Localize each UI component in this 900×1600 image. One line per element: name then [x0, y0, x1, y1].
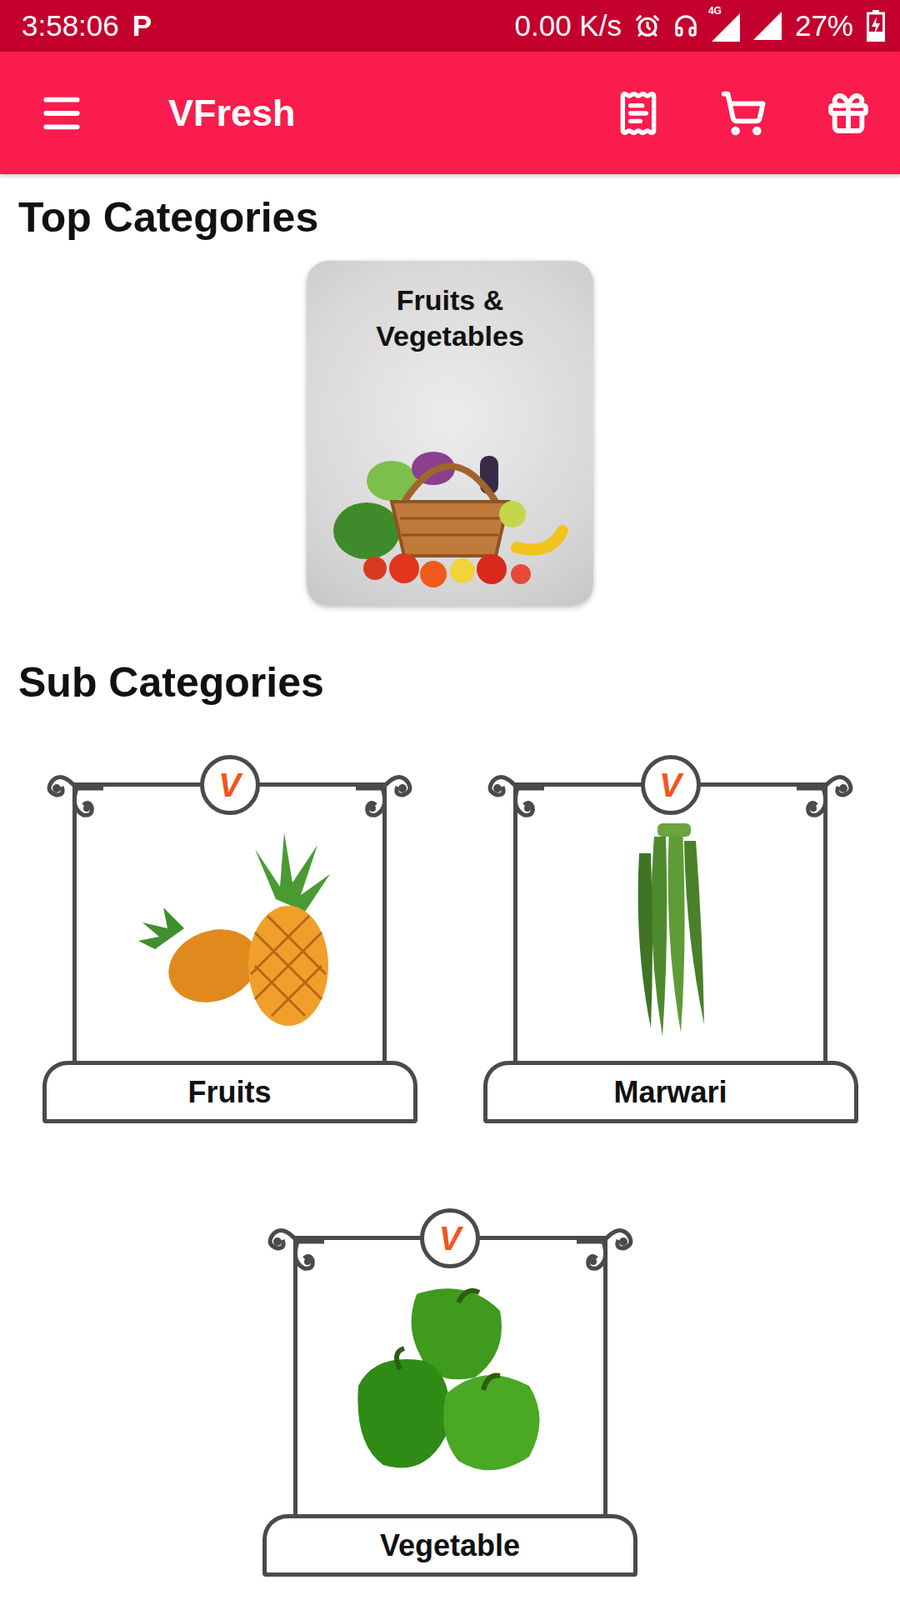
brand-mark: V: [439, 1221, 462, 1255]
status-left: 3:58:06 P: [21, 9, 152, 43]
menu-button[interactable]: [38, 90, 85, 137]
sub-category-label: Vegetable: [380, 1528, 520, 1564]
top-category-picture: [325, 422, 575, 590]
network-type: 4G: [708, 5, 722, 17]
app-title: VFresh: [168, 91, 615, 135]
status-bar: 3:58:06 P 0.00 K/s 4G 27%: [0, 0, 900, 52]
sub-category-card[interactable]: V Marwari: [483, 756, 859, 1124]
top-category-list: Fruits & Vegetables: [0, 260, 900, 606]
okra-picture: [620, 820, 721, 1045]
sub-category-label: Marwari: [613, 1075, 727, 1110]
gift-icon: [825, 90, 872, 137]
top-category-card[interactable]: Fruits & Vegetables: [306, 260, 594, 606]
section-heading: Sub Categories: [18, 657, 900, 708]
clock: 3:58:06: [21, 9, 120, 43]
label-plaque: Vegetable: [262, 1514, 638, 1577]
top-category-label: Fruits & Vegetables: [340, 282, 560, 354]
picture-frame: V: [293, 1235, 608, 1515]
menu-icon: [38, 90, 85, 137]
battery-icon: [866, 10, 885, 42]
cart-button[interactable]: [720, 90, 767, 137]
pineapple-picture: [121, 824, 339, 1041]
orders-button[interactable]: [615, 90, 662, 137]
corner-ornament-icon: [576, 1220, 635, 1272]
network-speed: 0.00 K/s: [515, 9, 622, 43]
corner-ornament-icon: [45, 766, 104, 819]
brand-badge: V: [640, 755, 701, 815]
status-right: 0.00 K/s 4G 27%: [515, 9, 885, 43]
signal-2-icon: [753, 11, 782, 40]
label-plaque: Fruits: [42, 1060, 418, 1124]
brand-badge: V: [420, 1208, 480, 1269]
brand-mark: V: [218, 768, 241, 802]
corner-ornament-icon: [796, 766, 855, 819]
section-heading: Top Categories: [18, 192, 900, 243]
picture-frame: V: [72, 782, 387, 1061]
app-screen: 3:58:06 P 0.00 K/s 4G 27% VFresh Top Categorie…: [0, 0, 900, 1600]
basket-picture: [325, 422, 575, 590]
picture-frame: V: [513, 782, 828, 1061]
cart-icon: [720, 90, 767, 137]
battery-level: 27%: [795, 9, 854, 43]
notification-app-icon: P: [132, 9, 152, 43]
brand-mark: V: [659, 768, 682, 802]
corner-ornament-icon: [355, 766, 415, 819]
signal-icon: [711, 13, 740, 42]
corner-ornament-icon: [485, 766, 545, 819]
app-bar: VFresh: [0, 51, 900, 175]
sub-category-grid: V Fruits V Marwari V Vegetable: [0, 756, 900, 1577]
alarm-icon: [635, 13, 660, 39]
sub-category-label: Fruits: [187, 1075, 271, 1110]
app-bar-actions: [615, 90, 872, 137]
sub-category-card[interactable]: V Vegetable: [262, 1210, 638, 1577]
headphones-icon: [673, 13, 699, 39]
offers-button[interactable]: [825, 90, 872, 137]
brand-badge: V: [200, 755, 260, 815]
mobile-signal: 4G: [711, 10, 740, 42]
label-plaque: Marwari: [483, 1060, 859, 1124]
sub-category-card[interactable]: V Fruits: [42, 756, 418, 1124]
content: Top Categories Fruits & Vegetables Sub Cat…: [0, 174, 900, 1577]
pepper-picture: [341, 1277, 559, 1495]
corner-ornament-icon: [265, 1220, 325, 1272]
receipt-icon: [615, 90, 662, 137]
